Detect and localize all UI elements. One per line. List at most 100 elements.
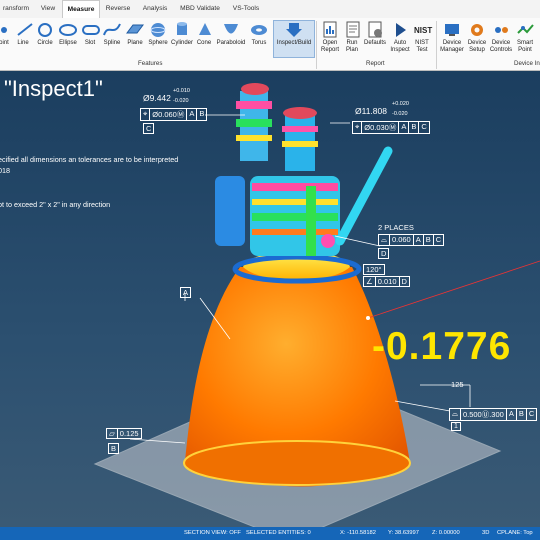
spline-button[interactable]: Spline xyxy=(101,21,123,47)
cylinder-button[interactable]: Cylinder xyxy=(169,21,195,47)
status-bar: SECTION VIEW: OFF SELECTED ENTITIES: 0 X… xyxy=(0,527,540,540)
angularity-symbol-icon: ∠ xyxy=(364,277,376,286)
nist-label-1: NIST xyxy=(415,40,429,46)
line-button[interactable]: Line xyxy=(15,21,33,47)
fcf-angularity[interactable]: ∠ 0.010 D xyxy=(363,276,410,287)
nist-test-button[interactable]: NIST NIST Test xyxy=(413,21,432,54)
3d-viewport[interactable]: "Inspect1" ecified all dimensions an tol… xyxy=(0,71,540,527)
circle-button[interactable]: Circle xyxy=(35,21,55,47)
tab-view[interactable]: View xyxy=(34,0,62,18)
model-canvas xyxy=(93,83,540,527)
device-group-label: Device In xyxy=(514,60,540,67)
fcf-right[interactable]: ⌖ Ø0.030Ⓜ A B C xyxy=(352,121,430,134)
places-label: 2 PLACES xyxy=(378,223,414,232)
tab-measure[interactable]: Measure xyxy=(62,0,100,19)
tab-vs-tools[interactable]: VS-Tools xyxy=(228,0,264,18)
torus-label: Torus xyxy=(251,40,267,46)
datum-c[interactable]: C xyxy=(143,123,155,134)
profile-symbol-icon: ⌓ xyxy=(450,409,461,420)
fcf-profile-datum-b: B xyxy=(424,235,434,245)
fcf-surface-datum-c: C xyxy=(528,409,535,418)
top-flange-right[interactable] xyxy=(283,107,317,119)
slot-icon xyxy=(82,25,100,35)
torus-button[interactable]: Torus xyxy=(249,21,269,47)
tab-reverse[interactable]: Reverse xyxy=(100,0,136,18)
tab-analysis[interactable]: Analysis xyxy=(138,0,172,18)
dim-left[interactable]: Ø9.442 +0.010 -0.020 xyxy=(143,88,190,104)
dim-left-value: Ø9.442 xyxy=(143,93,171,103)
coord-y: Y: 38.63997 xyxy=(388,530,419,536)
plane-button[interactable]: Plane xyxy=(125,21,145,47)
defaults-button[interactable]: Defaults xyxy=(362,21,388,47)
ribbon: oint Line Circle Ellipse Slot Spline Pla… xyxy=(0,18,540,71)
side-duct xyxy=(215,176,245,246)
datum-b[interactable]: B xyxy=(108,443,120,454)
device-setup-button[interactable]: Device Setup xyxy=(466,21,488,54)
inspect-build-button[interactable]: Inspect/Build xyxy=(273,20,315,58)
angle-dim[interactable]: 120° xyxy=(363,264,385,275)
auto-inspect-button[interactable]: Auto Inspect xyxy=(388,21,412,54)
fcf-profile-datum-c: C xyxy=(435,235,442,244)
fcf-left-datum-b: B xyxy=(199,109,205,118)
deviation-value[interactable]: -0.1776 xyxy=(372,325,511,369)
open-report-button[interactable]: Open Report xyxy=(318,21,342,54)
device-manager-button[interactable]: Device Manager xyxy=(439,21,465,54)
smart-point-label-1: Smart xyxy=(516,40,533,46)
deviation-leader xyxy=(367,260,540,319)
fcf-flatness-tol: 0.125 xyxy=(119,429,139,438)
callout-1: 1 xyxy=(451,422,461,431)
ellipse-button[interactable]: Ellipse xyxy=(57,21,79,47)
paraboloid-icon xyxy=(224,24,238,34)
sphere-button[interactable]: Sphere xyxy=(146,21,170,47)
smart-point-button[interactable]: Smart Point xyxy=(514,21,536,54)
top-flange-left[interactable] xyxy=(241,83,269,95)
fcf-right-tol: Ø0.030Ⓜ xyxy=(362,122,400,133)
selected-entities-status: SELECTED ENTITIES: 0 xyxy=(246,530,311,536)
features-group-label: Features xyxy=(138,60,163,67)
slot-label: Slot xyxy=(84,40,96,46)
fcf-flatness[interactable]: ▱ 0.125 xyxy=(106,428,142,439)
device-controls-label-2: Controls xyxy=(489,47,513,53)
fcf-profile-tol: 0.060 xyxy=(390,235,414,245)
dim-right-upper: +0.020 xyxy=(392,101,409,107)
slot-button[interactable]: Slot xyxy=(81,21,100,47)
device-manager-label-1: Device xyxy=(442,40,462,46)
cplane-status[interactable]: CPLANE: Top xyxy=(497,530,533,536)
datum-a[interactable]: A xyxy=(180,287,192,298)
cone-button[interactable]: Cone xyxy=(195,21,213,47)
fcf-surface-profile[interactable]: ⌓ 0.500Ⓤ.300 A B C xyxy=(449,408,538,421)
dim-left-upper: +0.010 xyxy=(173,88,190,94)
port-d[interactable] xyxy=(321,234,335,248)
line-icon xyxy=(17,23,33,36)
plane-icon xyxy=(126,24,144,34)
run-plan-button[interactable]: Run Plan xyxy=(343,21,361,54)
sphere-icon xyxy=(150,23,166,37)
report-group-label: Report xyxy=(366,60,385,67)
fcf-right-datum-c: C xyxy=(421,122,427,131)
device-controls-icon xyxy=(495,27,508,33)
ribbon-separator xyxy=(436,21,437,69)
view-mode[interactable]: 3D xyxy=(482,530,489,536)
nist-icon: NIST xyxy=(414,26,432,35)
fcf-profile[interactable]: ⌓ 0.060 A B C xyxy=(378,234,445,246)
dim-right-lower: -0.020 xyxy=(392,111,408,117)
run-plan-label-2: Plan xyxy=(345,47,358,53)
tab-transform[interactable]: ransform xyxy=(0,0,32,18)
device-controls-button[interactable]: Device Controls xyxy=(488,21,514,54)
dim-right[interactable]: Ø11.808 +0.020 -0.020 xyxy=(355,101,409,117)
run-plan-label-1: Run xyxy=(346,40,358,46)
fcf-surface-tol: 0.500Ⓤ.300 xyxy=(461,409,507,420)
report-icon xyxy=(323,21,337,38)
tab-mbd-validate[interactable]: MBD Validate xyxy=(174,0,226,18)
fcf-left[interactable]: ⌖ Ø0.060Ⓜ A B xyxy=(140,108,208,121)
plane-label: Plane xyxy=(127,40,143,46)
datum-d[interactable]: D xyxy=(378,248,390,259)
fcf-left-datum-a: A xyxy=(187,109,198,120)
ribbon-tabs: ransform View Measure Reverse Analysis M… xyxy=(0,0,540,19)
point-icon xyxy=(1,27,7,33)
circle-icon xyxy=(38,23,52,37)
position-symbol-icon: ⌖ xyxy=(353,122,363,133)
point-button[interactable]: oint xyxy=(0,21,12,47)
paraboloid-button[interactable]: Paraboloid xyxy=(214,21,248,47)
section-view-status[interactable]: SECTION VIEW: OFF xyxy=(184,530,241,536)
